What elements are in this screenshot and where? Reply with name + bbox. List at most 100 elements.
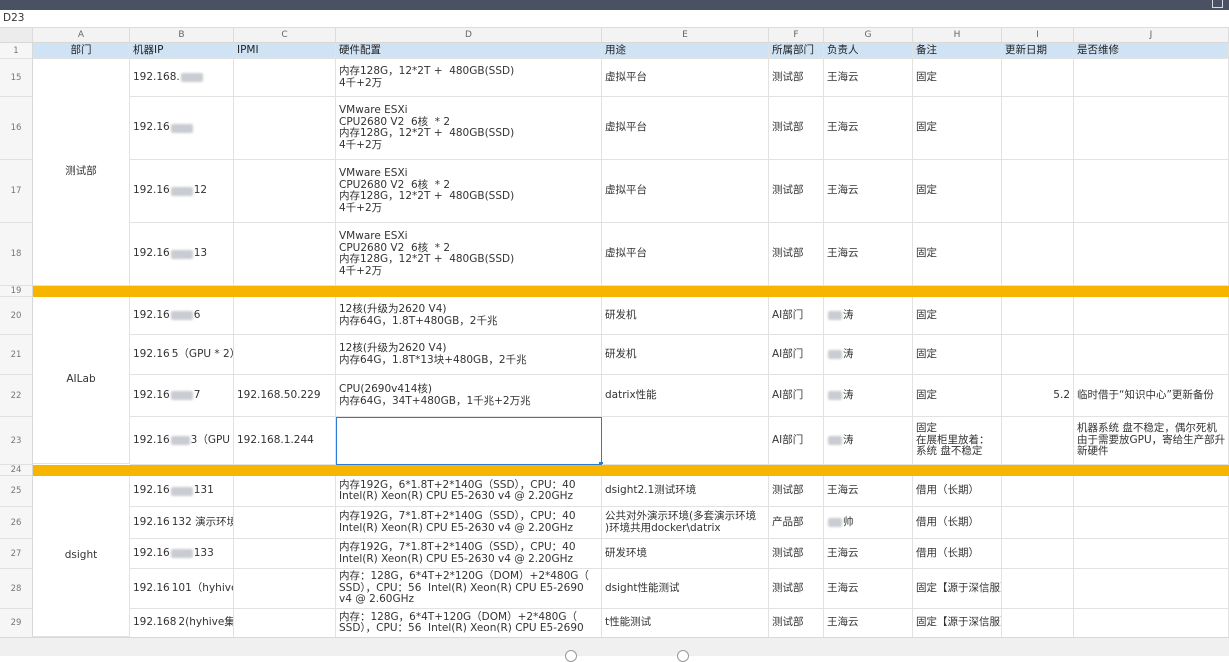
ip-cell[interactable]: 192.16 133 <box>130 539 234 569</box>
row-number[interactable]: 24 <box>0 465 33 476</box>
note-cell[interactable]: 固定 <box>913 160 1002 223</box>
ipmi-cell[interactable]: 192.168.50.229 <box>234 375 336 417</box>
usage-cell[interactable]: 研发机 <box>602 335 769 375</box>
ip-cell[interactable]: 192.16 6 <box>130 297 234 335</box>
header-usage[interactable]: 用途 <box>602 43 769 59</box>
usage-cell[interactable]: 虚拟平台 <box>602 160 769 223</box>
usage-cell[interactable]: 虚拟平台 <box>602 59 769 97</box>
owner-dept-cell[interactable]: AI部门 <box>769 375 824 417</box>
owner-cell[interactable]: 王海云 <box>824 160 913 223</box>
date-cell[interactable] <box>1002 539 1074 569</box>
row-number[interactable]: 15 <box>0 59 33 97</box>
row-number[interactable]: 1 <box>0 43 33 59</box>
name-box[interactable]: D23 <box>0 10 1229 28</box>
ipmi-cell[interactable] <box>234 160 336 223</box>
header-hardware[interactable]: 硬件配置 <box>336 43 602 59</box>
date-cell[interactable] <box>1002 223 1074 286</box>
owner-cell[interactable]: 王海云 <box>824 59 913 97</box>
ipmi-cell[interactable] <box>234 476 336 507</box>
usage-cell[interactable]: t性能测试 <box>602 609 769 637</box>
date-cell[interactable] <box>1002 335 1074 375</box>
ipmi-cell[interactable]: 192.168.1.244 <box>234 417 336 465</box>
owner-dept-cell[interactable]: AI部门 <box>769 417 824 465</box>
ipmi-cell[interactable] <box>234 539 336 569</box>
note-cell[interactable]: 固定 <box>913 375 1002 417</box>
owner-cell[interactable]: 王海云 <box>824 569 913 609</box>
date-cell[interactable] <box>1002 569 1074 609</box>
repair-cell[interactable] <box>1074 539 1229 569</box>
selected-cell-d23[interactable] <box>336 417 602 465</box>
ipmi-cell[interactable] <box>234 569 336 609</box>
hardware-cell[interactable]: VMware ESXi CPU2680 V2 6核 * 2 内存128G，12*… <box>336 97 602 160</box>
column-header-f[interactable]: F <box>769 28 824 42</box>
hardware-cell[interactable]: CPU(2690v414核) 内存64G，34T+480GB，1千兆+2万兆 <box>336 375 602 417</box>
owner-dept-cell[interactable]: 测试部 <box>769 609 824 637</box>
column-header-i[interactable]: I <box>1002 28 1074 42</box>
date-cell[interactable] <box>1002 476 1074 507</box>
repair-cell[interactable]: 临时借于“知识中心”更新备份 <box>1074 375 1229 417</box>
note-cell[interactable]: 借用（长期） <box>913 476 1002 507</box>
repair-cell[interactable] <box>1074 97 1229 160</box>
owner-cell[interactable]: 王海云 <box>824 539 913 569</box>
column-header-g[interactable]: G <box>824 28 913 42</box>
ipmi-cell[interactable] <box>234 97 336 160</box>
ip-cell[interactable]: 192.16 12 <box>130 160 234 223</box>
row-number[interactable]: 18 <box>0 223 33 286</box>
ipmi-cell[interactable] <box>234 223 336 286</box>
row-number[interactable]: 25 <box>0 476 33 507</box>
note-cell[interactable]: 固定 <box>913 59 1002 97</box>
ipmi-cell[interactable] <box>234 59 336 97</box>
usage-cell[interactable]: 虚拟平台 <box>602 97 769 160</box>
owner-dept-cell[interactable]: 测试部 <box>769 97 824 160</box>
column-header-a[interactable]: A <box>33 28 130 42</box>
date-cell[interactable] <box>1002 97 1074 160</box>
row-number[interactable]: 19 <box>0 286 33 297</box>
repair-cell[interactable] <box>1074 507 1229 539</box>
repair-cell[interactable] <box>1074 569 1229 609</box>
note-cell[interactable]: 借用（长期） <box>913 539 1002 569</box>
ip-cell[interactable]: 192.168. <box>130 59 234 97</box>
owner-dept-cell[interactable]: 测试部 <box>769 223 824 286</box>
ipmi-cell[interactable] <box>234 609 336 637</box>
row-number[interactable]: 23 <box>0 417 33 465</box>
header-owner[interactable]: 负责人 <box>824 43 913 59</box>
usage-cell[interactable]: dsight2.1测试环境 <box>602 476 769 507</box>
hardware-cell[interactable]: 内存192G，6*1.8T+2*140G（SSD），CPU：40 Intel(R… <box>336 476 602 507</box>
owner-dept-cell[interactable]: AI部门 <box>769 297 824 335</box>
repair-cell[interactable] <box>1074 335 1229 375</box>
repair-cell[interactable]: 机器系统 盘不稳定，偶尔死机 由于需要放GPU，寄给生产部升 新硬件 <box>1074 417 1229 465</box>
repair-cell[interactable] <box>1074 297 1229 335</box>
usage-cell[interactable]: 研发机 <box>602 297 769 335</box>
hardware-cell[interactable]: 内存192G，7*1.8T+2*140G（SSD），CPU：40 Intel(R… <box>336 539 602 569</box>
ip-cell[interactable]: 192.16 <box>130 97 234 160</box>
scroll-indicator-left[interactable] <box>565 650 577 662</box>
header-ipmi[interactable]: IPMI <box>234 43 336 59</box>
column-header-j[interactable]: J <box>1074 28 1229 42</box>
ip-cell[interactable]: 192.16 13 <box>130 223 234 286</box>
row-number[interactable]: 20 <box>0 297 33 335</box>
group-cell-ailab[interactable]: AILab <box>33 297 130 464</box>
hardware-cell[interactable]: 内存192G，7*1.8T+2*140G（SSD），CPU：40 Intel(R… <box>336 507 602 539</box>
ip-cell[interactable]: 192.16 5（GPU * 2） <box>130 335 234 375</box>
note-cell[interactable]: 固定 <box>913 97 1002 160</box>
column-header-c[interactable]: C <box>234 28 336 42</box>
repair-cell[interactable] <box>1074 223 1229 286</box>
note-cell[interactable]: 固定 <box>913 297 1002 335</box>
owner-dept-cell[interactable]: 产品部 <box>769 507 824 539</box>
header-note[interactable]: 备注 <box>913 43 1002 59</box>
owner-cell[interactable]: 涛 <box>824 417 913 465</box>
repair-cell[interactable] <box>1074 609 1229 637</box>
select-all-corner[interactable] <box>0 28 33 42</box>
date-cell[interactable] <box>1002 297 1074 335</box>
hardware-cell[interactable]: 内存：128G，6*4T+120G（DOM）+2*480G（ SSD），CPU：… <box>336 609 602 637</box>
usage-cell[interactable]: datrix性能 <box>602 375 769 417</box>
owner-cell[interactable]: 涛 <box>824 335 913 375</box>
owner-cell[interactable]: 涛 <box>824 375 913 417</box>
header-date[interactable]: 更新日期 <box>1002 43 1074 59</box>
owner-dept-cell[interactable]: 测试部 <box>769 569 824 609</box>
owner-cell[interactable]: 帅 <box>824 507 913 539</box>
row-number[interactable]: 26 <box>0 507 33 539</box>
owner-dept-cell[interactable]: 测试部 <box>769 160 824 223</box>
owner-cell[interactable]: 王海云 <box>824 609 913 637</box>
hardware-cell[interactable]: 内存128G，12*2T + 480GB(SSD) 4千+2万 <box>336 59 602 97</box>
